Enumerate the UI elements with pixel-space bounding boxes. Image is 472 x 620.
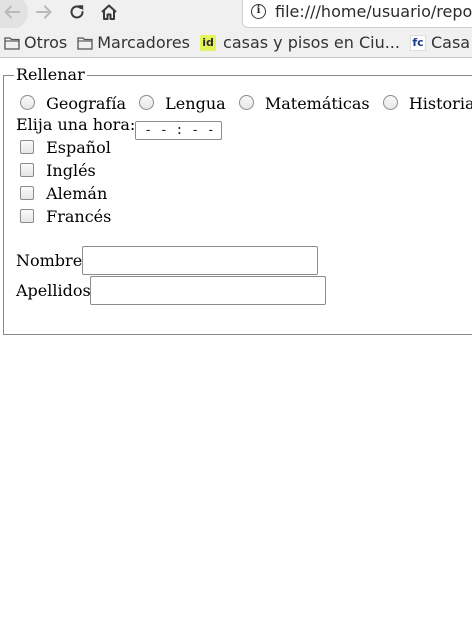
radio-label-historia: Historia <box>408 94 472 113</box>
checkbox-frances[interactable] <box>20 209 34 223</box>
bookmark-marcadores[interactable]: Marcadores <box>77 33 190 52</box>
radio-geografia[interactable] <box>20 95 35 110</box>
checkbox-label-espanol: Español <box>46 138 111 157</box>
home-icon <box>101 4 117 20</box>
fotocasa-favicon: fc <box>409 34 426 51</box>
info-icon[interactable]: i <box>251 3 266 19</box>
radio-matematicas[interactable] <box>238 95 254 110</box>
browser-toolbar: i file:///home/usuario/repo <box>0 0 472 30</box>
surname-label: Apellidos <box>16 281 91 300</box>
back-arrow-icon <box>4 5 20 19</box>
time-row: Elija una hora: - - : - - <box>16 115 223 140</box>
bookmark-label: casas y pisos en Ciu... <box>223 33 400 52</box>
time-label: Elija una hora: <box>16 115 136 134</box>
address-bar[interactable]: i file:///home/usuario/repo <box>242 0 472 28</box>
page-content: Rellenar Geografía Lengua Matemáticas Hi… <box>0 58 472 620</box>
forward-button[interactable] <box>32 0 56 24</box>
checkbox-espanol-row: Español <box>20 138 111 157</box>
idealista-favicon: id <box>200 34 217 51</box>
fieldset-legend: Rellenar <box>14 65 87 84</box>
home-button[interactable] <box>97 0 121 24</box>
folder-icon <box>77 36 93 50</box>
checkbox-label-frances: Francés <box>46 207 112 226</box>
bookmark-label: Otros <box>24 33 68 52</box>
checkbox-label-aleman: Alemán <box>46 184 108 203</box>
checkbox-aleman-row: Alemán <box>20 184 107 203</box>
surname-input[interactable] <box>90 276 326 305</box>
radio-historia[interactable] <box>382 95 398 110</box>
bookmark-label: Marcadores <box>97 33 191 52</box>
bookmark-otros[interactable]: Otros <box>4 33 67 52</box>
reload-icon <box>70 5 84 19</box>
name-label: Nombre <box>16 251 83 270</box>
bookmark-fotocasa[interactable]: fc Casa <box>409 33 471 52</box>
radio-label-lengua: Lengua <box>165 94 226 113</box>
url-text: file:///home/usuario/repo <box>275 1 472 21</box>
forward-arrow-icon <box>36 5 52 19</box>
checkbox-espanol[interactable] <box>20 140 34 154</box>
bookmark-label: Casa <box>430 33 471 52</box>
checkbox-ingles-row: Inglés <box>20 161 96 180</box>
subject-radio-group: Geografía Lengua Matemáticas Historia <box>20 94 472 113</box>
bookmarks-bar: Otros Marcadores id casas y pisos en Ciu… <box>0 28 472 58</box>
time-input[interactable]: - - : - - <box>135 121 223 140</box>
reload-button[interactable] <box>65 0 89 24</box>
radio-label-matematicas: Matemáticas <box>264 94 370 113</box>
back-button[interactable] <box>0 0 28 30</box>
checkbox-ingles[interactable] <box>20 163 34 177</box>
folder-icon <box>4 36 20 50</box>
checkbox-frances-row: Francés <box>20 207 111 226</box>
radio-label-geografia: Geografía <box>46 94 126 113</box>
radio-lengua[interactable] <box>139 95 155 110</box>
name-input[interactable] <box>82 246 318 275</box>
bookmark-idealista[interactable]: id casas y pisos en Ciu... <box>200 33 400 52</box>
checkbox-aleman[interactable] <box>20 186 34 200</box>
checkbox-label-ingles: Inglés <box>46 161 96 180</box>
